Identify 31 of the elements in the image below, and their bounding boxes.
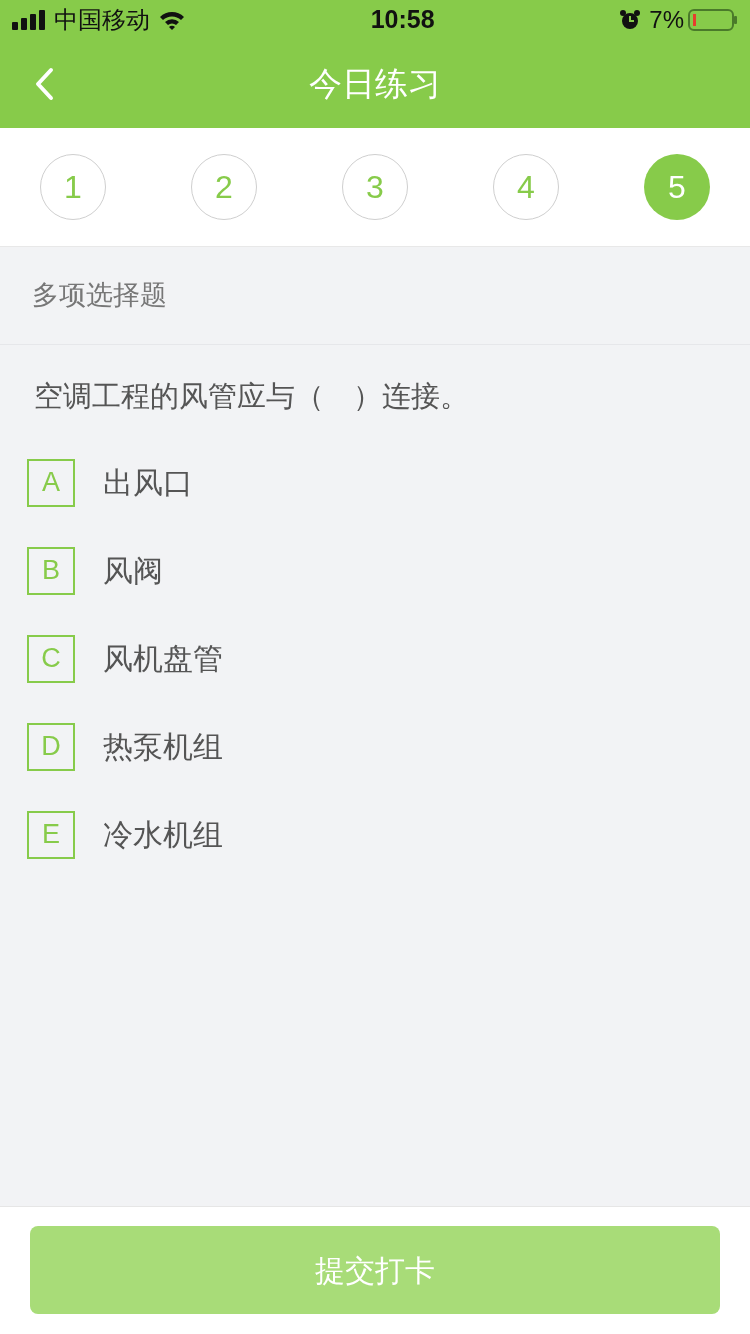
option-text: 风机盘管 <box>103 641 223 677</box>
option-text: 出风口 <box>103 465 193 501</box>
option-text: 冷水机组 <box>103 817 223 853</box>
battery-icon <box>688 9 738 31</box>
option-letter: C <box>27 634 75 683</box>
answer-option[interactable]: E 冷水机组 <box>0 790 750 879</box>
answer-option[interactable]: B 风阀 <box>0 526 750 615</box>
back-icon <box>34 67 54 101</box>
question-text: 空调工程的风管应与（ ）连接。 <box>34 380 469 412</box>
question-type: 多项选择题 <box>32 279 167 313</box>
question-number[interactable]: 2 <box>191 154 257 220</box>
clock-time: 10:58 <box>370 4 435 36</box>
answer-option[interactable]: A 出风口 <box>0 438 750 527</box>
question-number[interactable]: 1 <box>40 154 106 220</box>
answer-option[interactable]: C 风机盘管 <box>0 614 750 703</box>
question-number[interactable]: 5 <box>644 154 710 220</box>
carrier-name: 中国移动 <box>54 5 150 35</box>
option-letter: B <box>27 546 75 595</box>
question-number[interactable]: 4 <box>493 154 559 220</box>
wifi-icon <box>158 9 186 31</box>
question-number[interactable]: 3 <box>342 154 408 220</box>
signal-icon <box>12 10 48 30</box>
battery-percent: 7% <box>649 5 684 35</box>
answer-option[interactable]: D 热泵机组 <box>0 702 750 791</box>
option-letter: D <box>27 722 75 771</box>
option-text: 风阀 <box>103 553 163 589</box>
option-letter: A <box>27 458 75 507</box>
option-text: 热泵机组 <box>103 729 223 765</box>
option-letter: E <box>27 810 75 859</box>
page-title: 今日练习 <box>309 64 441 105</box>
alarm-icon <box>619 9 642 31</box>
